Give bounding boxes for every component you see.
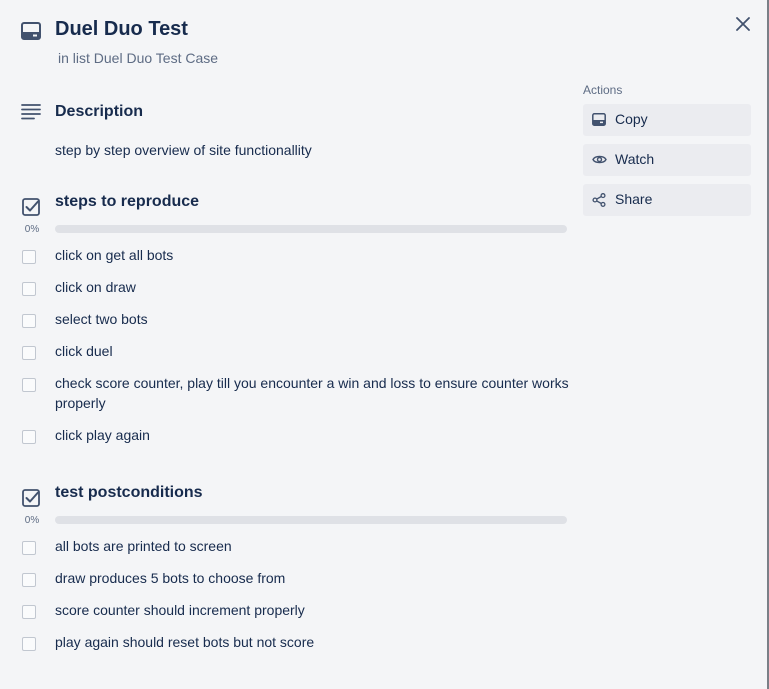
checklist-item[interactable]: click on get all bots [55,245,575,265]
share-label: Share [615,191,653,207]
copy-label: Copy [615,111,648,127]
checklist-item-checkbox[interactable] [22,346,36,360]
card-title[interactable]: Duel Duo Test [55,18,188,41]
checklist-item[interactable]: all bots are printed to screen [55,536,575,556]
checklist-progress-bar [55,516,567,524]
description-text[interactable]: step by step overview of site functional… [55,142,312,158]
checklist-title[interactable]: test postconditions [55,484,203,502]
checklist-item[interactable]: score counter should increment properly [55,600,575,620]
checklist-item[interactable]: check score counter, play till you encou… [55,373,575,413]
checklist-item-checkbox[interactable] [22,541,36,555]
checklist-item-checkbox[interactable] [22,430,36,444]
checklist-progress-percent: 0% [24,515,40,526]
actions-heading: Actions [583,83,623,97]
checklist-item[interactable]: draw produces 5 bots to choose from [55,568,575,588]
checklist-item-checkbox[interactable] [22,378,36,392]
checklist-item-checkbox[interactable] [22,282,36,296]
checklist-item-checkbox[interactable] [22,637,36,651]
watch-label: Watch [615,151,655,167]
checklist-item-checkbox[interactable] [22,314,36,328]
checklist-item-checkbox[interactable] [22,250,36,264]
checklist-item[interactable]: click play again [55,425,575,445]
description-heading: Description [55,103,144,120]
checklist-item[interactable]: click duel [55,341,575,361]
checklist-icon [22,489,40,507]
eye-icon [592,153,607,166]
description-icon [21,104,41,120]
card-icon [21,22,41,40]
checklist-title[interactable]: steps to reproduce [55,193,199,211]
close-icon [736,17,750,31]
checklist-item-checkbox[interactable] [22,573,36,587]
share-button[interactable]: Share [583,184,751,216]
card-icon [592,113,606,126]
checklist-progress-bar [55,225,567,233]
card-list-reference: in list Duel Duo Test Case [58,50,219,66]
share-icon [592,193,606,207]
checklist-icon [22,198,40,216]
checklist-item[interactable]: select two bots [55,309,575,329]
checklist-item-checkbox[interactable] [22,605,36,619]
copy-button[interactable]: Copy [583,104,751,136]
checklist-item[interactable]: click on draw [55,277,575,297]
close-button[interactable] [732,13,754,35]
checklist-progress-percent: 0% [24,224,40,235]
watch-button[interactable]: Watch [583,144,751,176]
checklist-item[interactable]: play again should reset bots but not sco… [55,632,575,652]
